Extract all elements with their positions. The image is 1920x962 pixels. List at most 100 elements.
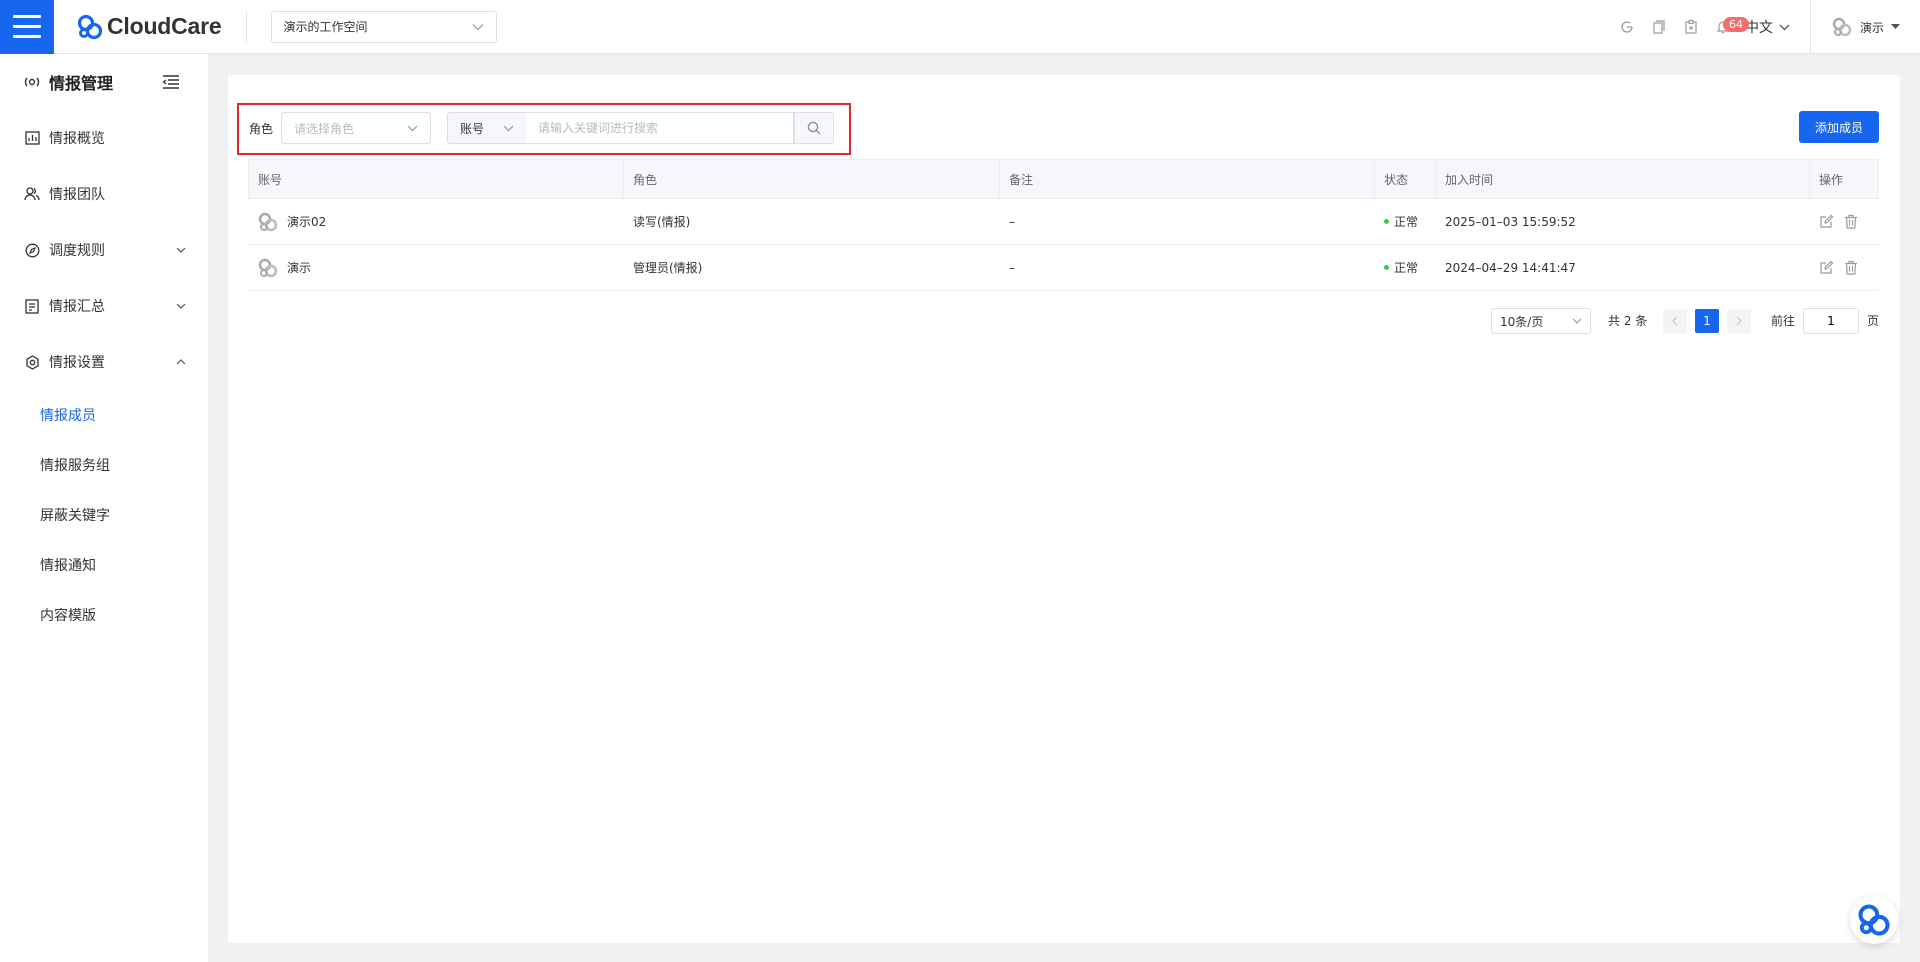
sidebar-subitem-blocked-keywords[interactable]: 屏蔽关键字 bbox=[0, 490, 208, 540]
status-dot bbox=[1384, 265, 1389, 270]
sidebar-item-summary[interactable]: 情报汇总 bbox=[0, 278, 208, 334]
chevron-right-icon bbox=[1736, 316, 1742, 326]
sidebar-subitem-service-group[interactable]: 情报服务组 bbox=[0, 440, 208, 490]
logo[interactable]: CloudCare bbox=[76, 13, 222, 40]
sidebar-item-dispatch-rules[interactable]: 调度规则 bbox=[0, 222, 208, 278]
collapse-sidebar-icon[interactable] bbox=[162, 74, 180, 94]
members-table: 账号 角色 备注 状态 加入时间 操作 演示02 读写(情报) – 正常 202… bbox=[248, 159, 1879, 291]
pagination: 10条/页 共 2 条 1 前往 页 bbox=[228, 308, 1900, 334]
chevron-down-icon bbox=[1779, 24, 1790, 30]
sidebar-title: 情报管理 bbox=[49, 74, 114, 93]
team-icon bbox=[24, 186, 40, 202]
sidebar-item-overview[interactable]: 情报概览 bbox=[0, 110, 208, 166]
page-size-select[interactable]: 10条/页 bbox=[1491, 308, 1591, 334]
table-header: 账号 角色 备注 状态 加入时间 操作 bbox=[248, 159, 1879, 199]
document-icon bbox=[24, 298, 40, 314]
goto-page-input[interactable] bbox=[1803, 308, 1859, 334]
actions-cell bbox=[1810, 199, 1879, 244]
joined-cell: 2025–01–03 15:59:52 bbox=[1445, 214, 1576, 229]
workspace-name: 演示的工作空间 bbox=[283, 20, 368, 34]
top-right-tools: 64 中文 演示 bbox=[1611, 0, 1920, 54]
sidebar-item-label: 情报设置 bbox=[49, 355, 105, 371]
cloudcare-logo-icon bbox=[1858, 904, 1890, 936]
next-page-button[interactable] bbox=[1727, 309, 1751, 333]
column-header-account: 账号 bbox=[248, 160, 624, 198]
actions-cell bbox=[1810, 245, 1879, 290]
sidebar-item-label: 调度规则 bbox=[49, 243, 105, 259]
prev-page-button[interactable] bbox=[1663, 309, 1687, 333]
role-select-placeholder: 请选择角色 bbox=[294, 121, 355, 136]
language-select[interactable]: 中文 bbox=[1745, 17, 1790, 37]
page-unit-label: 页 bbox=[1867, 314, 1880, 328]
column-header-note: 备注 bbox=[1000, 160, 1375, 198]
page-number-button[interactable]: 1 bbox=[1695, 309, 1719, 333]
status-dot bbox=[1384, 219, 1389, 224]
sidebar-item-label: 情报团队 bbox=[49, 187, 105, 203]
role-cell: 读写(情报) bbox=[633, 215, 691, 229]
status-cell: 正常 bbox=[1375, 199, 1436, 244]
column-header-status: 状态 bbox=[1375, 160, 1436, 198]
chevron-down-icon bbox=[176, 247, 186, 253]
column-header-actions: 操作 bbox=[1810, 160, 1879, 198]
divider bbox=[245, 10, 247, 43]
status-text: 正常 bbox=[1394, 215, 1419, 229]
edit-icon[interactable] bbox=[1819, 214, 1834, 229]
assistant-float-button[interactable] bbox=[1850, 896, 1898, 944]
avatar bbox=[257, 257, 279, 279]
column-header-joined: 加入时间 bbox=[1436, 160, 1810, 198]
account-cell: 演示02 bbox=[248, 199, 624, 244]
account-name: 演示02 bbox=[287, 215, 327, 229]
chevron-up-icon bbox=[176, 359, 186, 365]
table-row: 演示02 读写(情报) – 正常 2025–01–03 15:59:52 bbox=[248, 199, 1879, 245]
cloudcare-logo-icon bbox=[77, 14, 103, 39]
role-cell: 管理员(情报) bbox=[633, 261, 703, 275]
column-header-role: 角色 bbox=[624, 160, 1000, 198]
note-cell: – bbox=[1009, 214, 1015, 229]
role-filter-label: 角色 bbox=[249, 122, 274, 136]
refresh-icon[interactable] bbox=[1611, 11, 1643, 43]
hamburger-menu-button[interactable] bbox=[0, 0, 54, 54]
table-row: 演示 管理员(情报) – 正常 2024–04–29 14:41:47 bbox=[248, 245, 1879, 291]
sidebar-item-label: 情报汇总 bbox=[49, 299, 105, 315]
sidebar-subitem-notifications[interactable]: 情报通知 bbox=[0, 540, 208, 590]
notification-button[interactable]: 64 bbox=[1707, 11, 1749, 43]
sidebar-item-settings[interactable]: 情报设置 bbox=[0, 334, 208, 390]
note-cell: – bbox=[1009, 260, 1015, 275]
add-member-button[interactable]: 添加成员 bbox=[1799, 111, 1879, 143]
user-name: 演示 bbox=[1859, 20, 1884, 35]
search-button[interactable] bbox=[794, 112, 834, 144]
status-text: 正常 bbox=[1394, 261, 1419, 275]
avatar bbox=[257, 211, 279, 233]
page-size-value: 10条/页 bbox=[1500, 314, 1544, 329]
clipboard-icon[interactable] bbox=[1675, 11, 1707, 43]
language-label: 中文 bbox=[1744, 20, 1773, 36]
role-select[interactable]: 请选择角色 bbox=[281, 112, 431, 144]
chart-box-icon bbox=[24, 130, 40, 146]
search-field-select[interactable]: 账号 bbox=[447, 112, 527, 144]
sidebar-item-label: 情报概览 bbox=[49, 131, 105, 147]
sidebar-header: 情报管理 bbox=[0, 54, 208, 110]
total-count: 共 2 条 bbox=[1608, 314, 1648, 328]
members-panel: 角色 请选择角色 账号 添加成员 账号 角色 备注 状态 加入时间 操作 演示0… bbox=[228, 75, 1900, 943]
chevron-left-icon bbox=[1672, 316, 1678, 326]
chevron-down-icon bbox=[407, 125, 418, 131]
copy-icon[interactable] bbox=[1643, 11, 1675, 43]
goto-label: 前往 bbox=[1771, 314, 1796, 328]
search-field-value: 账号 bbox=[460, 121, 485, 136]
keyword-search-input[interactable] bbox=[526, 112, 794, 144]
workspace-select[interactable]: 演示的工作空间 bbox=[270, 10, 497, 43]
logo-text: CloudCare bbox=[107, 13, 222, 39]
caret-down-icon bbox=[1891, 24, 1900, 29]
account-cell: 演示 bbox=[248, 245, 624, 290]
sidebar-subitem-members[interactable]: 情报成员 bbox=[0, 390, 208, 440]
joined-cell: 2024–04–29 14:41:47 bbox=[1445, 260, 1576, 275]
account-name: 演示 bbox=[287, 261, 312, 275]
edit-icon[interactable] bbox=[1819, 260, 1834, 275]
sidebar-subitem-content-templates[interactable]: 内容模版 bbox=[0, 590, 208, 640]
sidebar-item-team[interactable]: 情报团队 bbox=[0, 166, 208, 222]
compass-icon bbox=[24, 242, 40, 258]
chevron-down-icon bbox=[176, 303, 186, 309]
delete-icon[interactable] bbox=[1844, 214, 1858, 229]
user-menu[interactable]: 演示 bbox=[1811, 16, 1920, 38]
delete-icon[interactable] bbox=[1844, 260, 1858, 275]
